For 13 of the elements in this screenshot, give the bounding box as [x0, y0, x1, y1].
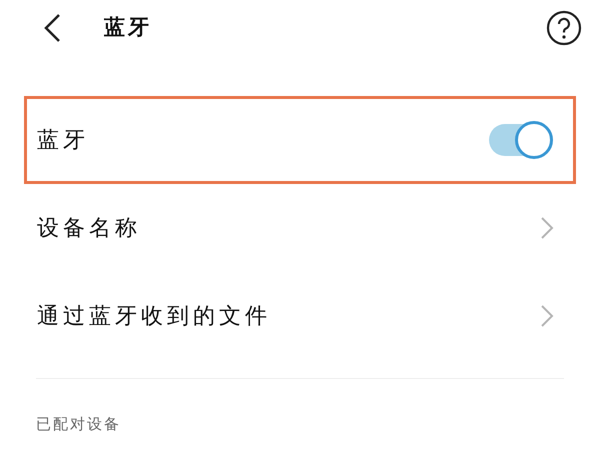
chevron-right-icon: [540, 216, 554, 240]
settings-row[interactable]: 设备名称: [24, 184, 576, 272]
help-icon[interactable]: [546, 10, 582, 46]
toggle-switch[interactable]: [489, 124, 551, 156]
chevron-right-icon: [540, 304, 554, 328]
page-title: 蓝牙: [104, 14, 152, 42]
setting-label: 蓝牙: [37, 126, 89, 154]
highlighted-row[interactable]: 蓝牙: [24, 96, 576, 184]
setting-label: 通过蓝牙收到的文件: [37, 302, 271, 330]
settings-row[interactable]: 通过蓝牙收到的文件: [24, 272, 576, 360]
section-header: 已配对设备: [36, 414, 122, 435]
setting-label: 设备名称: [37, 214, 141, 242]
back-icon[interactable]: [42, 13, 62, 43]
